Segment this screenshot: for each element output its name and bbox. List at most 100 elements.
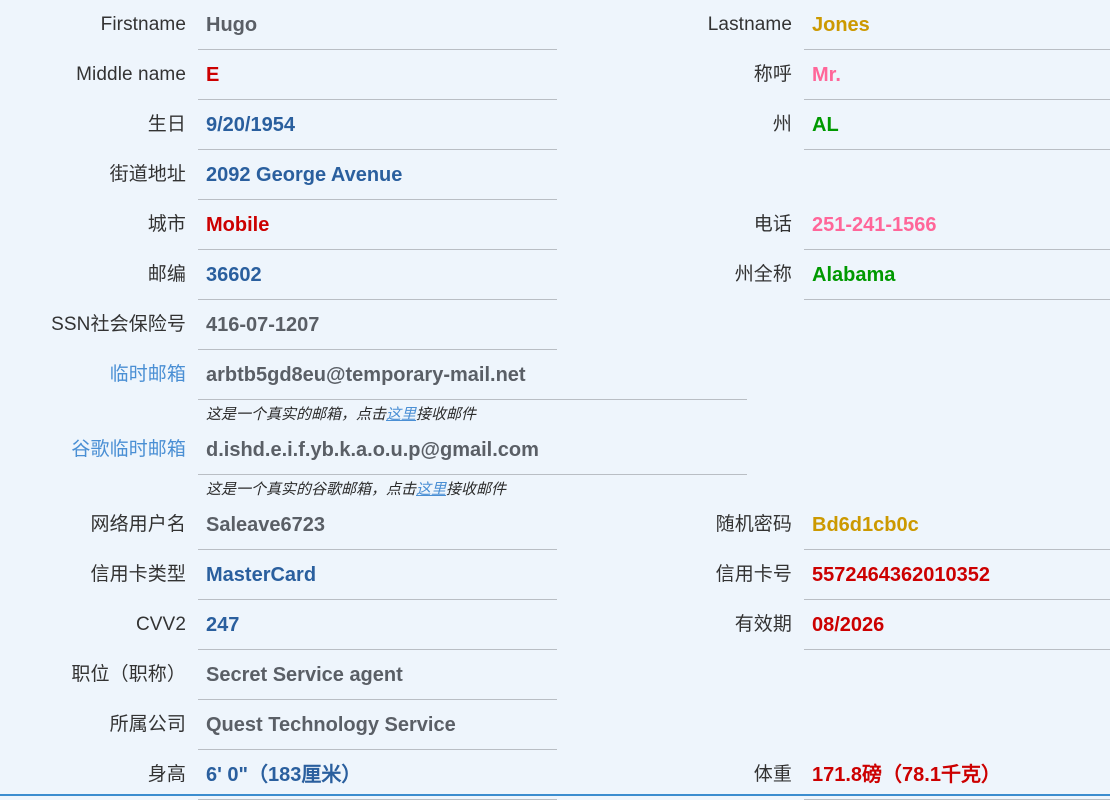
table-row: Middle name E 称呼 Mr. <box>0 50 1110 100</box>
field-cell-left: 网络用户名 Saleave6723 <box>0 500 557 550</box>
field-cell-left: 身高 6' 0"（183厘米） <box>0 750 557 800</box>
field-label-firstname: Firstname <box>100 14 186 35</box>
field-value-box-随机密码[interactable]: Bd6d1cb0c <box>804 500 1110 550</box>
field-value-firstname: Hugo <box>206 13 258 36</box>
field-value-box-lastname[interactable]: Jones <box>804 0 1110 50</box>
table-row: 城市 Mobile 电话 251-241-1566 <box>0 200 1110 250</box>
field-value-box-middle-name[interactable]: E <box>198 50 557 100</box>
field-cell-right <box>557 150 1110 200</box>
field-value-box-信用卡号[interactable]: 5572464362010352 <box>804 550 1110 600</box>
field-value-lastname: Jones <box>812 13 870 36</box>
field-cell-right <box>557 650 1110 700</box>
field-value-box-blank <box>804 650 1110 700</box>
table-row: 网络用户名 Saleave6723 随机密码 Bd6d1cb0c <box>0 500 1110 550</box>
email-label-link-谷歌临时邮箱[interactable]: 谷歌临时邮箱 <box>0 425 198 475</box>
email-value-box[interactable]: arbtb5gd8eu@temporary-mail.net <box>198 350 747 400</box>
field-value-box-cvv2[interactable]: 247 <box>198 600 557 650</box>
field-value-电话: 251-241-1566 <box>812 213 937 236</box>
field-cell-left: 街道地址 2092 George Avenue <box>0 150 557 200</box>
field-value-所属公司: Quest Technology Service <box>206 713 456 736</box>
field-value-生日: 9/20/1954 <box>206 113 295 136</box>
field-value-街道地址: 2092 George Avenue <box>206 163 403 186</box>
field-value-box-生日[interactable]: 9/20/1954 <box>198 100 557 150</box>
email-cell: 谷歌临时邮箱 d.ishd.e.i.f.yb.k.a.o.u.p@gmail.co… <box>0 425 1110 499</box>
table-row: 所属公司 Quest Technology Service <box>0 700 1110 750</box>
field-cell-right: 州 AL <box>557 100 1110 150</box>
field-cell-left: 生日 9/20/1954 <box>0 100 557 150</box>
field-value-box-信用卡类型[interactable]: MasterCard <box>198 550 557 600</box>
field-cell-right: 信用卡号 5572464362010352 <box>557 550 1110 600</box>
field-label-城市: 城市 <box>147 214 186 235</box>
field-value-box-州全称[interactable]: Alabama <box>804 250 1110 300</box>
field-value-box-体重[interactable]: 171.8磅（78.1千克） <box>804 750 1110 800</box>
email-cell: 临时邮箱 arbtb5gd8eu@temporary-mail.net 这是一个真实… <box>0 350 1110 424</box>
field-cell-left: SSN社会保险号 416-07-1207 <box>0 300 557 350</box>
field-value-信用卡号: 5572464362010352 <box>812 563 990 586</box>
field-value-ssn社会保险号: 416-07-1207 <box>206 313 320 336</box>
email-hint-here-link[interactable]: 这里 <box>386 406 416 423</box>
table-row-email: 临时邮箱 arbtb5gd8eu@temporary-mail.net 这是一个真实… <box>0 350 1110 425</box>
table-row: CVV2 247 有效期 08/2026 <box>0 600 1110 650</box>
field-value-box-城市[interactable]: Mobile <box>198 200 557 250</box>
field-value-cvv2: 247 <box>206 613 240 636</box>
email-value-wrap: arbtb5gd8eu@temporary-mail.net 这是一个真实的邮箱，… <box>198 350 1110 424</box>
field-value-信用卡类型: MasterCard <box>206 563 317 586</box>
field-value-box-网络用户名[interactable]: Saleave6723 <box>198 500 557 550</box>
field-label-生日: 生日 <box>147 114 186 135</box>
field-label-邮编: 邮编 <box>147 264 186 285</box>
email-hint-suffix: 接收邮件 <box>416 406 477 423</box>
field-value-box-电话[interactable]: 251-241-1566 <box>804 200 1110 250</box>
field-value-box-街道地址[interactable]: 2092 George Avenue <box>198 150 557 200</box>
field-label-身高: 身高 <box>147 764 186 785</box>
field-value-box-州[interactable]: AL <box>804 100 1110 150</box>
field-value-身高: 6' 0"（183厘米） <box>206 763 362 786</box>
field-cell-right: 称呼 Mr. <box>557 50 1110 100</box>
field-value-邮编: 36602 <box>206 263 262 286</box>
field-cell-left: 职位（职称） Secret Service agent <box>0 650 557 700</box>
field-value-box-blank <box>804 150 1110 200</box>
field-cell-left: 所属公司 Quest Technology Service <box>0 700 557 750</box>
field-value-随机密码: Bd6d1cb0c <box>812 513 919 536</box>
field-label-街道地址: 街道地址 <box>109 164 186 185</box>
field-value-box-ssn社会保险号[interactable]: 416-07-1207 <box>198 300 557 350</box>
field-label-信用卡号: 信用卡号 <box>715 564 792 585</box>
field-label-有效期: 有效期 <box>734 614 792 635</box>
field-value-middle-name: E <box>206 63 220 86</box>
field-value-体重: 171.8磅（78.1千克） <box>812 763 1001 786</box>
field-value-box-邮编[interactable]: 36602 <box>198 250 557 300</box>
field-label-信用卡类型: 信用卡类型 <box>90 564 186 585</box>
field-label-网络用户名: 网络用户名 <box>90 514 186 535</box>
field-label-随机密码: 随机密码 <box>715 514 792 535</box>
email-address-value: d.ishd.e.i.f.yb.k.a.o.u.p@gmail.com <box>206 438 539 461</box>
bottom-divider <box>0 794 1110 796</box>
email-hint-text: 这是一个真实的谷歌邮箱，点击这里接收邮件 <box>198 475 1110 499</box>
email-hint-here-link[interactable]: 这里 <box>416 481 446 498</box>
field-value-box-有效期[interactable]: 08/2026 <box>804 600 1110 650</box>
field-cell-right: 随机密码 Bd6d1cb0c <box>557 500 1110 550</box>
email-value-box[interactable]: d.ishd.e.i.f.yb.k.a.o.u.p@gmail.com <box>198 425 747 475</box>
email-hint-prefix: 这是一个真实的谷歌邮箱，点击 <box>206 481 417 498</box>
email-label-link-临时邮箱[interactable]: 临时邮箱 <box>0 350 198 400</box>
email-hint-text: 这是一个真实的邮箱，点击这里接收邮件 <box>198 400 1110 424</box>
field-value-box-职位职称[interactable]: Secret Service agent <box>198 650 557 700</box>
field-value-box-blank <box>804 300 1110 350</box>
field-value-box-firstname[interactable]: Hugo <box>198 0 557 50</box>
field-value-州全称: Alabama <box>812 263 896 286</box>
field-cell-right: 州全称 Alabama <box>557 250 1110 300</box>
table-row: 信用卡类型 MasterCard 信用卡号 5572464362010352 <box>0 550 1110 600</box>
email-address-value: arbtb5gd8eu@temporary-mail.net <box>206 363 526 386</box>
field-cell-left: Middle name E <box>0 50 557 100</box>
field-cell-right <box>557 300 1110 350</box>
field-label-职位职称: 职位（职称） <box>71 664 186 685</box>
field-value-box-身高[interactable]: 6' 0"（183厘米） <box>198 750 557 800</box>
field-value-box-称呼[interactable]: Mr. <box>804 50 1110 100</box>
field-cell-right: 体重 171.8磅（78.1千克） <box>557 750 1110 800</box>
field-label-所属公司: 所属公司 <box>109 714 186 735</box>
field-value-box-所属公司[interactable]: Quest Technology Service <box>198 700 557 750</box>
field-cell-right: 有效期 08/2026 <box>557 600 1110 650</box>
field-label-体重: 体重 <box>753 764 792 785</box>
field-value-职位职称: Secret Service agent <box>206 663 403 686</box>
email-hint-prefix: 这是一个真实的邮箱，点击 <box>206 406 387 423</box>
field-label-州: 州 <box>772 114 792 135</box>
table-row: 职位（职称） Secret Service agent <box>0 650 1110 700</box>
